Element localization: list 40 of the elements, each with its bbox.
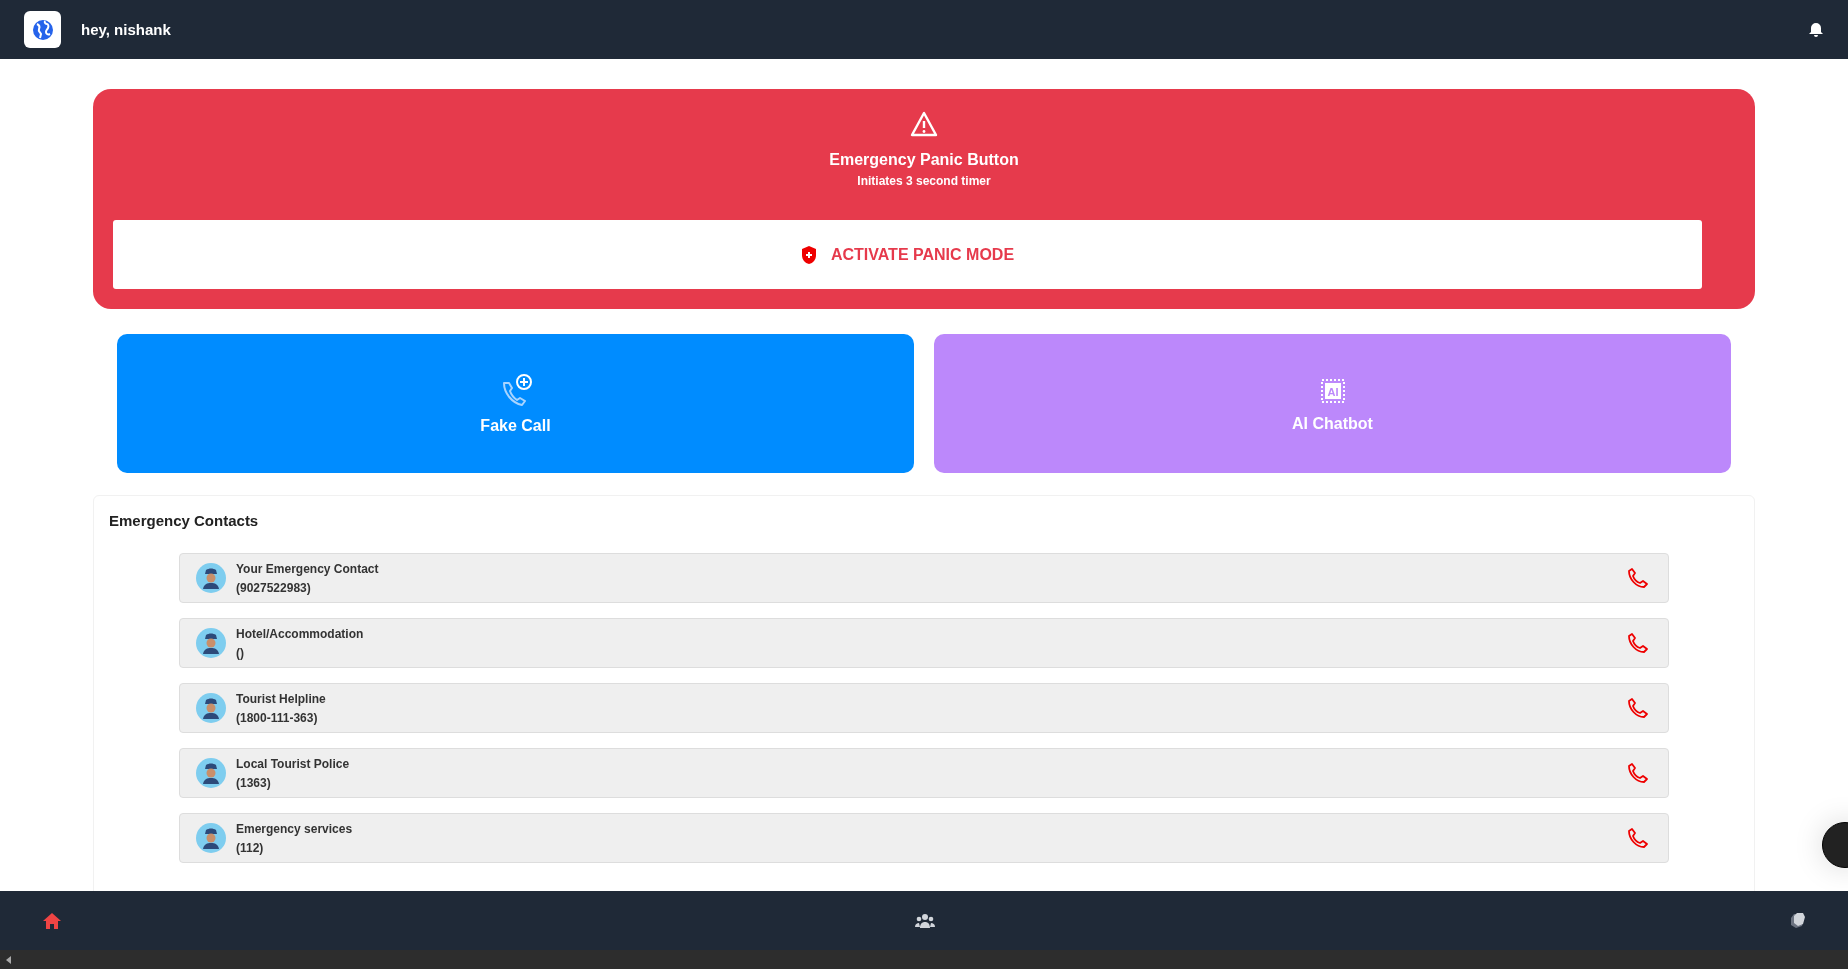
- home-icon[interactable]: [42, 911, 62, 930]
- shield-icon: [800, 244, 817, 265]
- notification-bell-icon[interactable]: [1808, 21, 1824, 38]
- contact-name: Hotel/Accommodation: [236, 626, 365, 641]
- contact-name: Local Tourist Police: [236, 756, 351, 771]
- globe-icon: [30, 17, 55, 42]
- call-button[interactable]: [1626, 761, 1650, 785]
- phone-icon: [1626, 631, 1650, 655]
- panic-title: Emergency Panic Button: [829, 151, 1019, 169]
- activate-panic-button[interactable]: ACTIVATE PANIC MODE: [113, 220, 1702, 289]
- group-icon[interactable]: [915, 912, 935, 929]
- contact-name: Emergency services: [236, 821, 354, 836]
- phone-icon: [1626, 826, 1650, 850]
- police-avatar-icon: [196, 823, 226, 853]
- police-avatar-icon: [196, 563, 226, 593]
- contact-number: (112): [236, 840, 265, 855]
- chatbot-card[interactable]: AI AI Chatbot: [934, 334, 1731, 473]
- greeting-text: hey, nishank: [81, 21, 172, 38]
- phone-icon: [1626, 566, 1650, 590]
- call-button[interactable]: [1626, 826, 1650, 850]
- police-avatar-icon: [196, 628, 226, 658]
- police-avatar-icon: [196, 758, 226, 788]
- app-logo[interactable]: [24, 11, 61, 48]
- contact-number: (9027522983): [236, 580, 312, 595]
- contact-number: (1363): [236, 775, 272, 790]
- call-button[interactable]: [1626, 696, 1650, 720]
- contact-number: (1800-111-363): [236, 710, 319, 725]
- contact-name: Your Emergency Contact: [236, 561, 380, 576]
- contact-name: Tourist Helpline: [236, 691, 327, 706]
- phone-icon: [1626, 761, 1650, 785]
- scroll-left-icon[interactable]: [6, 955, 12, 964]
- contacts-title: Emergency Contacts: [109, 512, 260, 529]
- contact-number: (): [236, 645, 245, 660]
- call-button[interactable]: [1626, 631, 1650, 655]
- fake-call-card[interactable]: Fake Call: [117, 334, 914, 473]
- call-button[interactable]: [1626, 566, 1650, 590]
- phone-icon: [1626, 696, 1650, 720]
- warning-icon: [910, 111, 938, 137]
- police-avatar-icon: [196, 693, 226, 723]
- panic-subtitle: Initiates 3 second timer: [857, 174, 991, 188]
